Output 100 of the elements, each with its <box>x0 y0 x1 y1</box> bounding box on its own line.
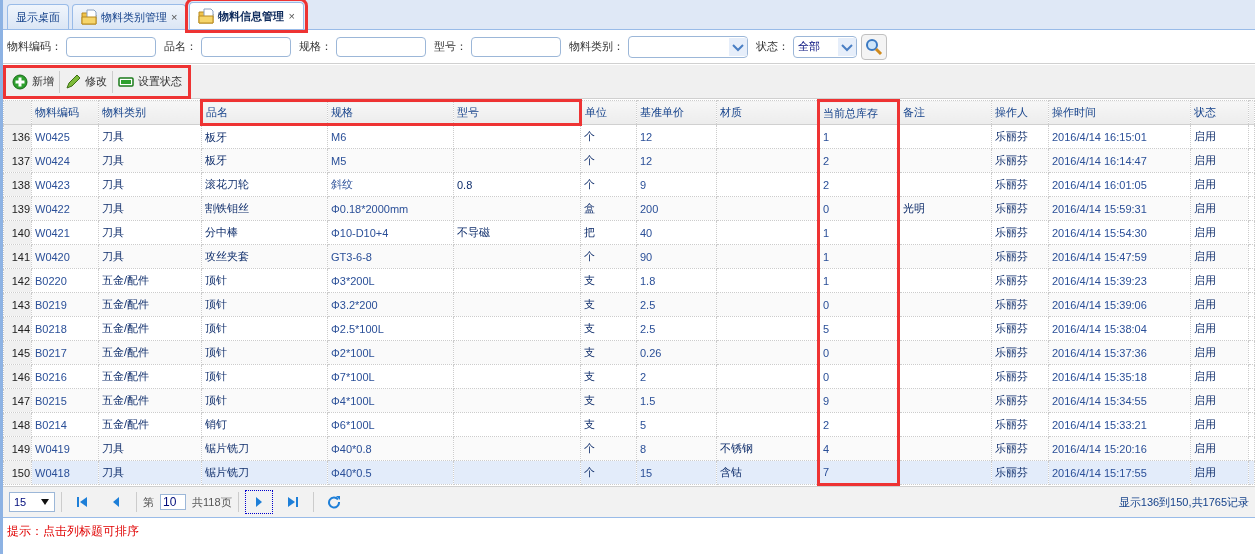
input-field[interactable] <box>336 36 426 57</box>
table-cell: 五金/配件 <box>98 340 202 365</box>
row-number: 140 <box>3 220 32 245</box>
column-header[interactable]: 基准单价 <box>636 100 717 125</box>
column-header[interactable]: 物料编码 <box>31 100 99 125</box>
row-number: 150 <box>3 460 32 485</box>
table-cell: 9 <box>636 172 717 197</box>
column-header[interactable]: 型号 <box>453 100 581 125</box>
table-cell: 板牙 <box>201 148 328 173</box>
table-cell: 启用 <box>1190 172 1249 197</box>
table-cell: 光明 <box>898 196 992 221</box>
column-header[interactable]: 操作时间 <box>1048 100 1191 125</box>
table-cell: 5 <box>636 412 717 437</box>
table-cell: 个 <box>580 124 637 149</box>
table-cell: 锯片铣刀 <box>201 460 328 485</box>
last-page-icon <box>285 495 300 509</box>
input-field[interactable] <box>471 36 561 57</box>
table-cell: 滚花刀轮 <box>201 172 328 197</box>
column-header[interactable]: 操作人 <box>991 100 1049 125</box>
table-cell: 启用 <box>1190 412 1249 437</box>
table-cell: W0423 <box>31 172 99 197</box>
column-header[interactable]: 单位 <box>580 100 637 125</box>
table-cell: 支 <box>580 316 637 341</box>
table-cell: Φ2*100L <box>327 340 454 365</box>
column-header[interactable]: 当前总库存 <box>818 100 899 125</box>
row-number: 142 <box>3 268 32 293</box>
next-button[interactable] <box>244 490 273 514</box>
input-field[interactable] <box>201 36 291 57</box>
row-number: 143 <box>3 292 32 317</box>
column-header[interactable]: 物料类别 <box>98 100 202 125</box>
table-cell: 乐丽芬 <box>991 292 1049 317</box>
table-cell: 0 <box>818 340 899 365</box>
table-cell: 乐丽芬 <box>991 244 1049 269</box>
table-cell: W0424 <box>31 148 99 173</box>
table-cell: 乐丽芬 <box>991 316 1049 341</box>
input-field[interactable] <box>66 36 156 57</box>
table-cell: 2 <box>818 148 899 173</box>
table-cell: 攻丝夹套 <box>201 244 328 269</box>
select-field[interactable]: 全部 <box>793 35 857 58</box>
column-header[interactable]: 品名 <box>201 100 328 125</box>
page-label: 第 <box>143 494 154 510</box>
table-cell: Φ6*100L <box>327 412 454 437</box>
field-label: 品名： <box>164 39 197 54</box>
table-cell: 乐丽芬 <box>991 388 1049 413</box>
table-cell: 不锈钢 <box>716 436 819 461</box>
combo-field[interactable] <box>628 35 748 58</box>
table-cell: 支 <box>580 364 637 389</box>
table-cell: 刀具 <box>98 124 202 149</box>
column-header[interactable]: 状态 <box>1190 100 1249 125</box>
search-icon <box>865 37 883 56</box>
table-cell: 不导磁 <box>453 220 581 245</box>
column-header[interactable]: 备注 <box>898 100 992 125</box>
row-number: 145 <box>3 340 32 365</box>
table-cell: Φ40*0.8 <box>327 436 454 461</box>
table-cell: 刀具 <box>98 460 202 485</box>
table-cell: Φ4*100L <box>327 388 454 413</box>
table-cell: 40 <box>636 220 717 245</box>
tab[interactable]: 物料类别管理 × <box>72 4 187 29</box>
table-cell: Φ2.5*100L <box>327 316 454 341</box>
row-number: 144 <box>3 316 32 341</box>
row-number: 146 <box>3 364 32 389</box>
toolbar-button[interactable]: 新增 <box>9 71 57 92</box>
column-header[interactable]: 规格 <box>327 100 454 125</box>
table-cell: 乐丽芬 <box>991 412 1049 437</box>
table-cell: 顶针 <box>201 388 328 413</box>
table-cell: 含钴 <box>716 460 819 485</box>
table-cell: 启用 <box>1190 316 1249 341</box>
close-icon[interactable]: × <box>171 11 178 23</box>
table-cell: 顶针 <box>201 364 328 389</box>
table-cell: 乐丽芬 <box>991 340 1049 365</box>
table-cell: 乐丽芬 <box>991 124 1049 149</box>
table-cell: 乐丽芬 <box>991 148 1049 173</box>
table-cell: B0216 <box>31 364 99 389</box>
row-number: 137 <box>3 148 32 173</box>
table-cell: 2016/4/14 15:33:21 <box>1048 412 1191 437</box>
chevron-icon <box>838 37 856 56</box>
table-cell: 2016/4/14 15:34:55 <box>1048 388 1191 413</box>
table-cell: Φ10-D10+4 <box>327 220 454 245</box>
table-cell: 1.8 <box>636 268 717 293</box>
toolbar-button[interactable]: 修改 <box>62 71 110 92</box>
table-cell: 顶针 <box>201 268 328 293</box>
table-cell: 刀具 <box>98 172 202 197</box>
table-cell: W0422 <box>31 196 99 221</box>
tab[interactable]: 显示桌面 <box>7 4 69 29</box>
toolbar-button[interactable]: 设置状态 <box>115 71 185 92</box>
field-label: 物料类别： <box>569 39 624 54</box>
table-cell: 2016/4/14 15:38:04 <box>1048 316 1191 341</box>
search-button[interactable] <box>861 33 887 60</box>
column-header[interactable]: 材质 <box>716 100 819 125</box>
table-cell: 锯片铣刀 <box>201 436 328 461</box>
page-size-select[interactable]: 15 <box>9 492 55 512</box>
page-field[interactable]: 10 <box>160 494 186 510</box>
table-cell: 乐丽芬 <box>991 268 1049 293</box>
table-cell: 启用 <box>1190 364 1249 389</box>
pencil-icon <box>65 73 81 90</box>
table-cell: 2016/4/14 16:14:47 <box>1048 148 1191 173</box>
table-cell: B0220 <box>31 268 99 293</box>
row-number: 138 <box>3 172 32 197</box>
close-icon[interactable]: × <box>288 10 295 22</box>
table-cell: 2016/4/14 15:39:06 <box>1048 292 1191 317</box>
